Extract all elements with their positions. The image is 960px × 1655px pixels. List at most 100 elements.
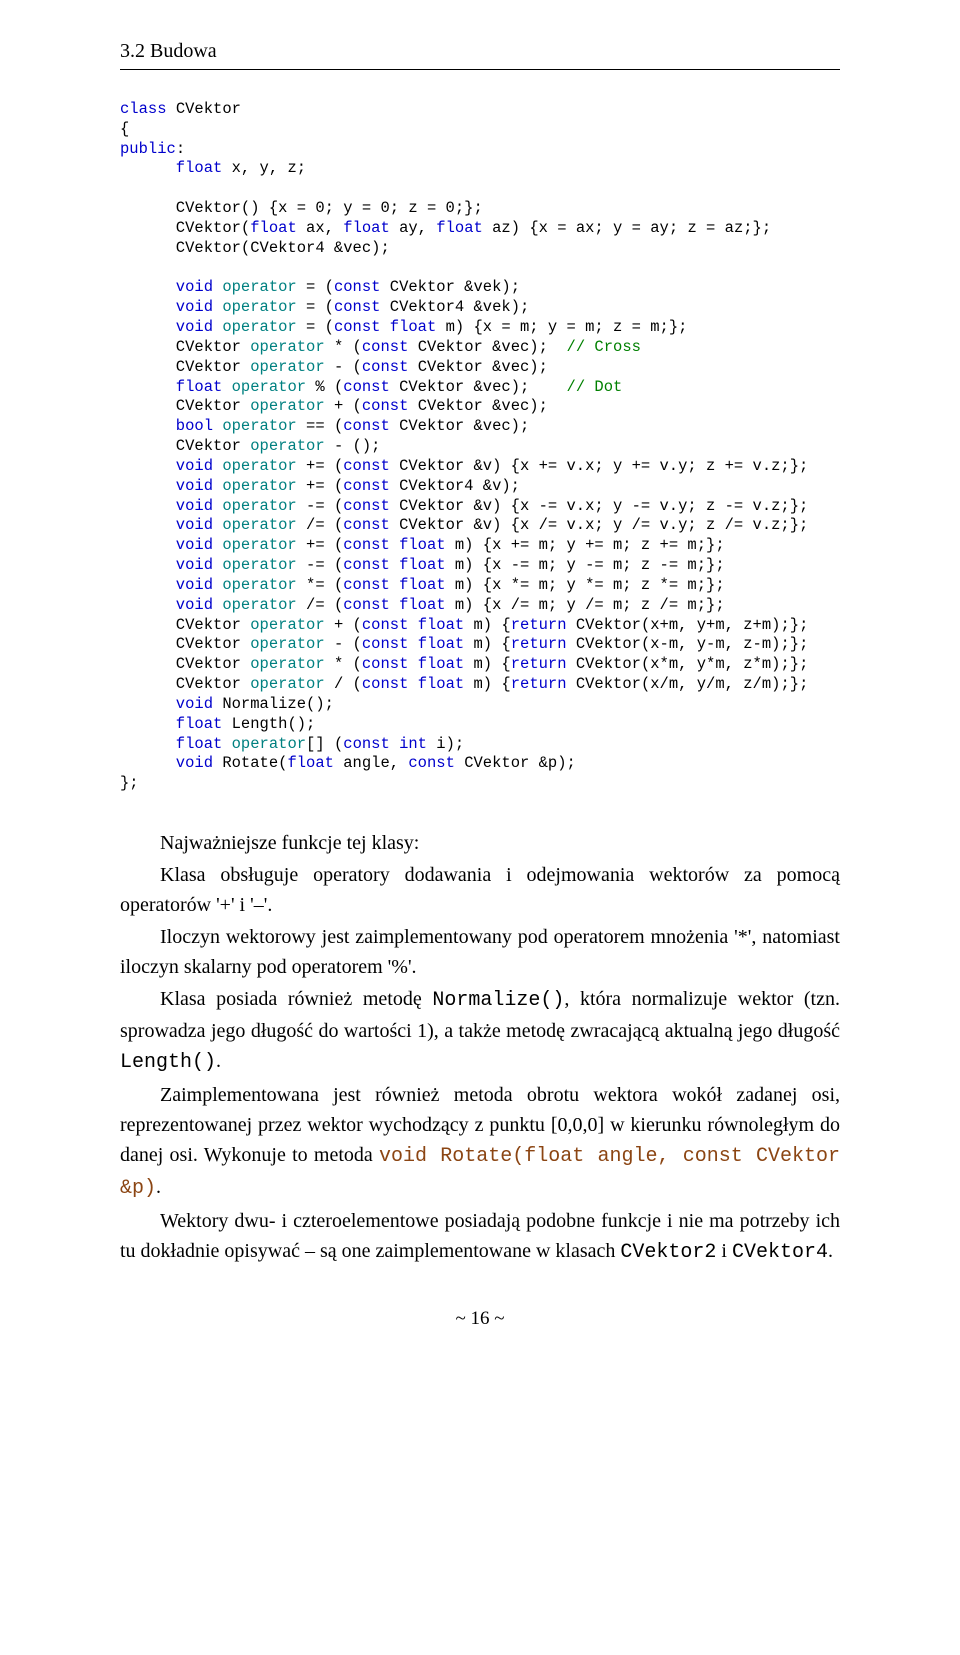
kw-operator: operator [250, 616, 324, 634]
kw-void: void [120, 536, 213, 554]
code-text: * ( [325, 655, 362, 673]
kw-const: const [343, 497, 390, 515]
code-text: CVektor [120, 397, 250, 415]
code-text: Length(); [222, 715, 315, 733]
kw-const: const [408, 754, 455, 772]
para-intro: Najważniejsze funkcje tej klasy: [120, 828, 840, 858]
code-text: ay, [390, 219, 437, 237]
kw-int: int [390, 735, 427, 753]
code-text: CVektor &v) {x += v.x; y += v.y; z += v.… [390, 457, 809, 475]
code-text: CVektor [120, 635, 250, 653]
code-text: CVektor(x-m, y-m, z-m);}; [567, 635, 809, 653]
code-text: [] ( [306, 735, 343, 753]
code-text: m) {x /= m; y /= m; z /= m;}; [446, 596, 725, 614]
kw-float: float [408, 675, 464, 693]
kw-return: return [511, 655, 567, 673]
kw-const: const [362, 338, 409, 356]
code-text: CVektor(x*m, y*m, z*m);}; [567, 655, 809, 673]
kw-operator: operator [250, 338, 324, 356]
kw-void: void [120, 596, 213, 614]
code-text: Normalize(); [213, 695, 334, 713]
kw-operator: operator [213, 477, 297, 495]
kw-float: float [380, 318, 436, 336]
kw-operator: operator [213, 318, 297, 336]
code-text: CVektor &p); [455, 754, 576, 772]
kw-operator: operator [250, 675, 324, 693]
code-listing: class CVektor { public: float x, y, z; C… [120, 100, 840, 794]
code-text: CVektor() {x = 0; y = 0; z = 0;}; [120, 199, 483, 217]
para-text: . [828, 1240, 833, 1262]
kw-float: float [408, 616, 464, 634]
kw-void: void [120, 556, 213, 574]
kw-return: return [511, 635, 567, 653]
kw-const: const [334, 278, 381, 296]
kw-operator: operator [250, 358, 324, 376]
kw-operator: operator [213, 556, 297, 574]
kw-void: void [120, 457, 213, 475]
kw-operator: operator [213, 457, 297, 475]
code-text: CVektor &v) {x /= v.x; y /= v.y; z /= v.… [390, 516, 809, 534]
para-rotate: Zaimplementowana jest również metoda obr… [120, 1080, 840, 1204]
kw-operator: operator [222, 378, 306, 396]
code-text: m) {x -= m; y -= m; z -= m;}; [446, 556, 725, 574]
code-text: + ( [325, 616, 362, 634]
para-text: . [156, 1176, 161, 1198]
para-vector-classes: Wektory dwu- i czteroelementowe posiadaj… [120, 1206, 840, 1268]
prose-section: Najważniejsze funkcje tej klasy: Klasa o… [120, 828, 840, 1268]
kw-float: float [408, 635, 464, 653]
code-text: CVektor &vec); [390, 378, 567, 396]
kw-const: const [362, 358, 409, 376]
para-text: i [716, 1240, 732, 1262]
code-text: = ( [297, 298, 334, 316]
kw-operator: operator [250, 437, 324, 455]
kw-const: const [334, 318, 381, 336]
code-text: - ( [325, 358, 362, 376]
para-text: Klasa posiada również metodę [160, 988, 432, 1010]
section-heading: 3.2 Budowa [120, 40, 840, 70]
code-text: x, y, z; [222, 159, 306, 177]
code-text: == ( [297, 417, 344, 435]
page-number: ~ 16 ~ [120, 1308, 840, 1330]
code-text: + ( [325, 397, 362, 415]
code-text: CVektor4 &v); [390, 477, 520, 495]
code-text: m) { [464, 675, 511, 693]
code-text: % ( [306, 378, 343, 396]
kw-const: const [362, 655, 409, 673]
code-text: CVektor( [120, 219, 250, 237]
kw-class: class [120, 100, 167, 118]
inline-code-length: Length() [120, 1051, 216, 1074]
code-text: CVektor [120, 358, 250, 376]
kw-float: float [343, 219, 390, 237]
kw-float: float [120, 378, 222, 396]
code-text: CVektor &vek); [380, 278, 520, 296]
code-text: CVektor(x+m, y+m, z+m);}; [567, 616, 809, 634]
kw-float: float [120, 735, 222, 753]
code-text: { [120, 120, 129, 138]
kw-float: float [250, 219, 297, 237]
kw-void: void [120, 318, 213, 336]
code-text: *= ( [297, 576, 344, 594]
inline-code-normalize: Normalize() [432, 989, 564, 1012]
kw-float: float [120, 715, 222, 733]
code-text: - ( [325, 635, 362, 653]
code-text: CVektor [120, 655, 250, 673]
kw-void: void [120, 497, 213, 515]
code-text: - (); [325, 437, 381, 455]
kw-operator: operator [250, 635, 324, 653]
code-text: CVektor &vec); [408, 397, 548, 415]
code-text: += ( [297, 536, 344, 554]
code-text: /= ( [297, 596, 344, 614]
kw-float: float [120, 159, 222, 177]
kw-float: float [408, 655, 464, 673]
code-text: CVektor [167, 100, 241, 118]
para-text: . [216, 1050, 221, 1072]
code-text: angle, [334, 754, 408, 772]
kw-const: const [343, 457, 390, 475]
code-text: += ( [297, 477, 344, 495]
kw-float: float [390, 556, 446, 574]
kw-float: float [390, 596, 446, 614]
code-text: -= ( [297, 556, 344, 574]
code-text: += ( [297, 457, 344, 475]
kw-void: void [120, 576, 213, 594]
kw-const: const [362, 616, 409, 634]
